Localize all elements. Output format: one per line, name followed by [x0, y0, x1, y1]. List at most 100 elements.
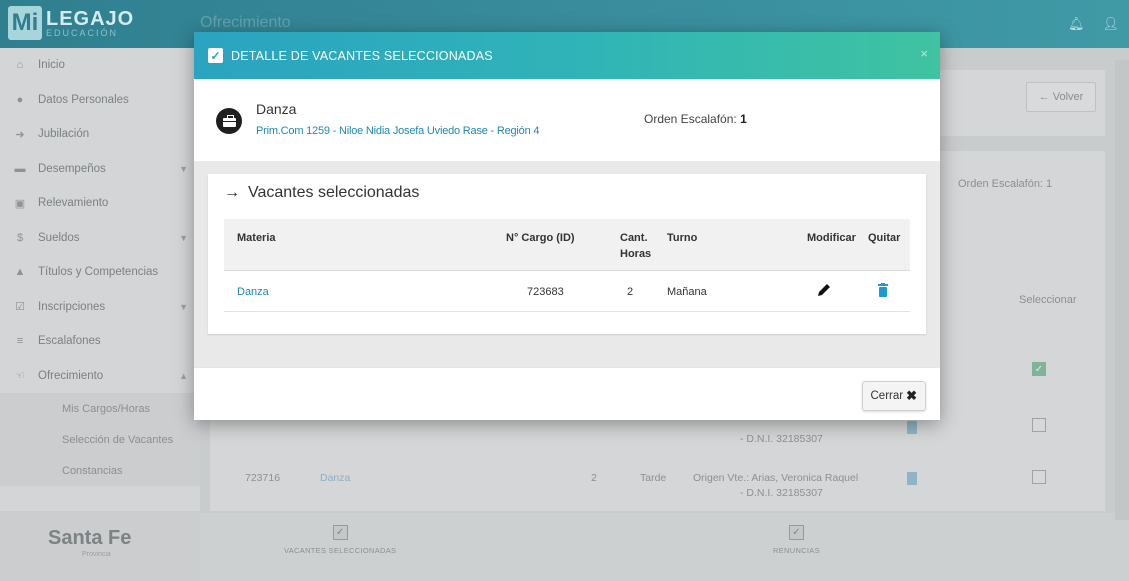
sidebar-item-label: Escalafones — [38, 335, 101, 348]
sidebar-item-label: Sueldos — [38, 231, 80, 244]
cerrar-button[interactable]: Cerrar ✖ — [861, 381, 926, 411]
sidebar-item-escalafones[interactable]: ≡ Escalafones — [0, 324, 200, 359]
modal-footer: Cerrar ✖ — [194, 367, 940, 420]
modal-body: → Vacantes seleccionadas Materia N° Carg… — [194, 161, 940, 367]
sidebar-subitem-mis-cargos[interactable]: Mis Cargos/Horas — [0, 393, 200, 424]
sidebar-item-ofrecimiento[interactable]: ☜ Ofrecimiento ▲ — [0, 359, 200, 394]
sidebar-item-label: Jubilación — [38, 128, 90, 141]
section-title: → Vacantes seleccionadas — [224, 184, 420, 201]
bg-row-materia[interactable]: Danza — [320, 472, 350, 484]
chevron-up-icon: ▲ — [179, 370, 188, 381]
chevron-down-icon: ▼ — [179, 232, 188, 243]
bg-row-origen: Origen Vte.: Arias, Veronica Raquel — [693, 472, 859, 484]
table-row: Danza 723683 2 Mañana — [224, 271, 910, 312]
tab-vacantes-seleccionadas[interactable]: ✓ VACANTES SELECCIONADAS — [284, 525, 396, 555]
bg-seleccionar-header: Seleccionar — [1019, 294, 1077, 306]
vacantes-card: → Vacantes seleccionadas Materia N° Carg… — [208, 174, 926, 334]
hand-icon: ☜ — [15, 370, 25, 383]
chevron-down-icon: ▼ — [179, 163, 188, 174]
logo-educacion: EDUCACIÓN — [46, 27, 119, 38]
sidebar-item-label: Inicio — [38, 59, 65, 72]
sidebar-subitem-constancias[interactable]: Constancias — [0, 455, 200, 486]
santa-fe-logo: Santa Fe — [48, 527, 132, 549]
sidebar-item-relevamiento[interactable]: ▣ Relevamiento — [0, 186, 200, 221]
bg-row-dni: - D.N.I. 32185307 — [740, 433, 823, 445]
col-modificar: Modificar — [807, 232, 856, 244]
close-x-icon: ✖ — [906, 388, 917, 403]
page-title: Ofrecimiento — [200, 14, 291, 31]
sidebar-item-label: Datos Personales — [38, 93, 129, 106]
col-turno: Turno — [667, 232, 698, 244]
sidebar-item-titulos-y-competencias[interactable]: ▲ Títulos y Competencias — [0, 255, 200, 290]
sidebar: ⌂ Inicio ● Datos Personales ➜ Jubilación ▬ Dese… — [0, 48, 200, 581]
check-square-icon: ✓ — [332, 525, 348, 540]
check-square-icon: ✓ — [788, 525, 804, 540]
row-materia-link[interactable]: Danza — [237, 286, 269, 298]
bottom-tab-bar: ✓ VACANTES SELECCIONADAS ✓ RENUNCIAS — [200, 513, 1129, 581]
sidebar-item-inscripciones[interactable]: ☑ Inscripciones ▼ — [0, 290, 200, 325]
graduation-icon: ▲ — [14, 266, 26, 279]
document-icon[interactable] — [907, 421, 917, 434]
dollar-icon: $ — [16, 231, 24, 244]
check-square-icon: ☑ — [15, 301, 25, 314]
sidebar-item-label: Ofrecimiento — [38, 369, 104, 382]
col-cant: Cant. — [620, 232, 648, 244]
chevron-down-icon: ▼ — [179, 301, 188, 312]
list-icon: ≡ — [16, 335, 24, 348]
logo-legajo: LEGAJO — [46, 7, 135, 30]
trash-icon[interactable] — [878, 283, 888, 297]
volver-button[interactable]: ← Volver — [1026, 82, 1096, 112]
col-cargo: N° Cargo (ID) — [506, 232, 575, 244]
table-header: Materia N° Cargo (ID) Cant. Horas Turno … — [224, 219, 910, 271]
close-icon[interactable]: × — [920, 46, 928, 61]
briefcase-icon: ▬ — [14, 162, 26, 175]
vacante-info-panel: Danza Prim.Com 1259 - Niloe Nidia Josefa… — [194, 79, 940, 161]
tab-renuncias[interactable]: ✓ RENUNCIAS — [773, 525, 820, 555]
modal-title: DETALLE DE VACANTES SELECCIONADAS — [231, 48, 493, 63]
row-cargo: 723683 — [527, 286, 564, 298]
bg-orden-escalafon: Orden Escalafón: 1 — [958, 178, 1053, 190]
pencil-icon[interactable] — [816, 282, 832, 298]
row-horas: 2 — [627, 286, 634, 298]
user-menu-icon[interactable]: 👤︎ — [1102, 16, 1119, 32]
document-icon[interactable] — [907, 472, 917, 485]
bg-checkbox-checked[interactable]: ✓ — [1032, 362, 1046, 376]
bg-checkbox[interactable] — [1032, 470, 1046, 484]
sidebar-item-label: Inscripciones — [38, 300, 106, 313]
briefcase-icon — [216, 108, 242, 134]
bg-row-id: 723716 — [245, 472, 281, 484]
col-materia: Materia — [237, 232, 276, 244]
col-quitar: Quitar — [868, 232, 901, 244]
home-icon: ⌂ — [16, 59, 24, 72]
sidebar-item-datos-personales[interactable]: ● Datos Personales — [0, 83, 200, 118]
bell-icon[interactable]: 🔔︎ — [1068, 16, 1085, 32]
sidebar-subitem-seleccion-vacantes[interactable]: Selección de Vacantes — [0, 424, 200, 455]
detalle-vacantes-modal: ✓ DETALLE DE VACANTES SELECCIONADAS × Da… — [194, 32, 940, 420]
arrow-icon: ➜ — [15, 128, 25, 141]
logo-mi: Mi — [8, 6, 42, 40]
modal-header: ✓ DETALLE DE VACANTES SELECCIONADAS × — [194, 32, 940, 79]
sidebar-item-label: Relevamiento — [38, 197, 109, 210]
bg-row-turno: Tarde — [640, 472, 667, 484]
sidebar-item-inicio[interactable]: ⌂ Inicio — [0, 48, 200, 83]
bg-checkbox[interactable] — [1032, 418, 1046, 432]
orden-escalafon-value: 1 — [740, 112, 747, 126]
orden-escalafon: Orden Escalafón: 1 — [644, 112, 747, 126]
check-icon: ✓ — [208, 48, 223, 63]
bg-row-horas: 2 — [591, 472, 597, 484]
sidebar-item-label: Desempeños — [38, 162, 106, 175]
sidebar-item-label: Títulos y Competencias — [38, 266, 159, 279]
sidebar-item-desempenos[interactable]: ▬ Desempeños ▼ — [0, 152, 200, 187]
sidebar-footer: Santa Fe Provincia — [0, 511, 200, 581]
col-horas: Horas — [620, 248, 652, 260]
sidebar-item-sueldos[interactable]: $ Sueldos ▼ — [0, 221, 200, 256]
row-turno: Mañana — [667, 286, 707, 298]
school-link[interactable]: Prim.Com 1259 - Niloe Nidia Josefa Uvied… — [256, 125, 539, 137]
arrow-right-icon: → — [224, 184, 240, 201]
app-logo[interactable]: Mi LEGAJO EDUCACIÓN — [8, 6, 134, 40]
vacante-name: Danza — [256, 101, 297, 117]
clipboard-icon: ▣ — [14, 197, 26, 210]
sidebar-item-jubilacion[interactable]: ➜ Jubilación — [0, 117, 200, 152]
page-scrollbar[interactable] — [1115, 60, 1129, 520]
user-icon: ● — [16, 93, 24, 106]
